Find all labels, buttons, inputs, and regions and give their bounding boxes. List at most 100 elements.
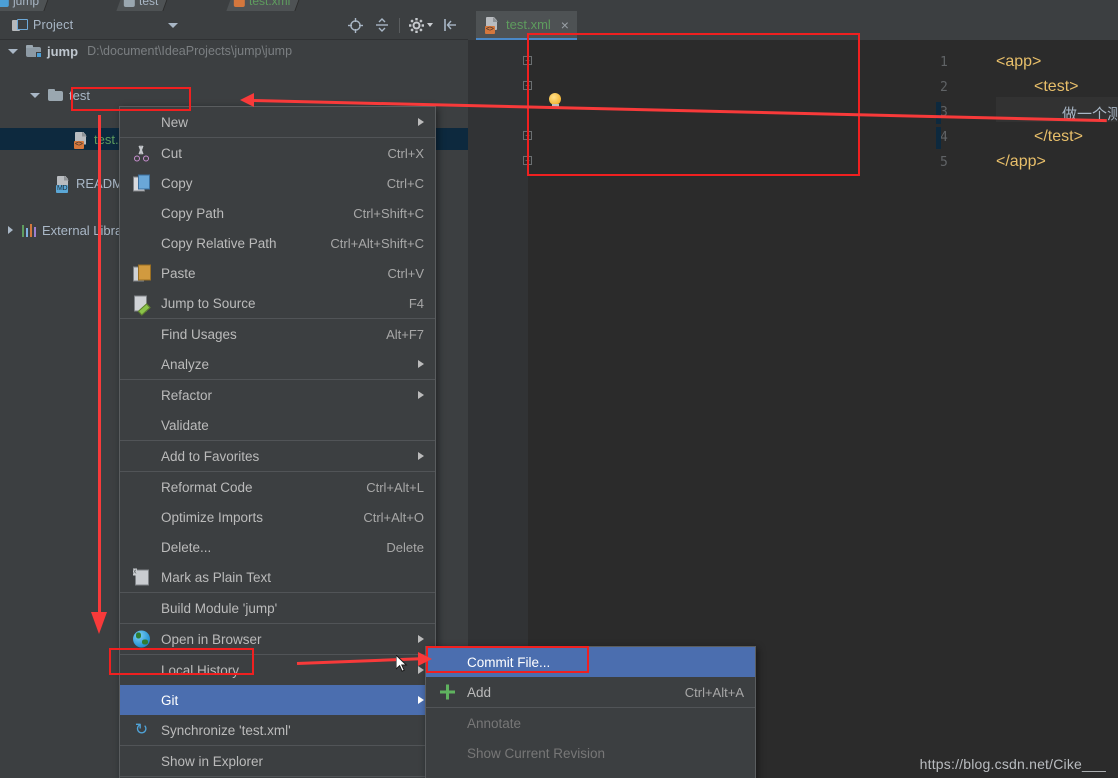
project-icon <box>12 18 28 32</box>
menu-item-label: Commit File... <box>467 654 551 670</box>
editor-tab-test-xml[interactable]: <> test.xml × <box>476 11 577 40</box>
menu-item-copy-path[interactable]: Copy Path Ctrl+Shift+C <box>120 198 435 228</box>
menu-item-jump-to-source[interactable]: Jump to Source F4 <box>120 288 435 318</box>
gear-icon[interactable] <box>407 15 433 35</box>
menu-item-show-current-revision: Show Current Revision <box>426 738 755 768</box>
chevron-down-icon[interactable] <box>30 92 40 98</box>
menu-item-label: Cut <box>161 145 183 161</box>
chevron-right-icon <box>418 666 424 674</box>
menu-item-label: New <box>161 114 189 130</box>
menu-item-shortcut: Delete <box>386 539 424 555</box>
menu-item-commit-file[interactable]: Commit File... <box>426 647 755 677</box>
scissors-icon <box>133 145 150 162</box>
menu-item-copy[interactable]: Copy Ctrl+C <box>120 168 435 198</box>
menu-item-label: Delete... <box>161 539 212 555</box>
menu-item-show-in-explorer[interactable]: Show in Explorer <box>120 746 435 776</box>
menu-item-label: Validate <box>161 417 209 433</box>
menu-item-refactor[interactable]: Refactor <box>120 380 435 410</box>
line-number: 3 <box>940 105 948 120</box>
plain-text-icon: x <box>133 568 150 586</box>
menu-item-cut[interactable]: Cut Ctrl+X <box>120 138 435 168</box>
menu-item-git[interactable]: Git <box>120 685 435 715</box>
menu-item-label: Copy Relative Path <box>161 235 277 251</box>
breadcrumb-item-test[interactable]: test <box>116 0 171 11</box>
library-icon <box>22 223 36 237</box>
menu-item-shortcut: Alt+F7 <box>386 326 424 342</box>
menu-item-label: Build Module 'jump' <box>161 600 278 616</box>
compare-icon <box>439 775 456 778</box>
fold-marker[interactable]: − <box>523 156 532 165</box>
collapse-all-icon[interactable] <box>372 15 392 35</box>
menu-item-label: Paste <box>161 265 196 281</box>
chevron-right-icon[interactable] <box>8 226 13 234</box>
chevron-down-icon[interactable] <box>168 22 179 28</box>
tree-node-path: D:\document\IdeaProjects\jump\jump <box>87 44 293 58</box>
breadcrumb-label: test.xml <box>249 0 291 8</box>
menu-item-annotate: Annotate <box>426 708 755 738</box>
fold-marker[interactable]: − <box>523 81 532 90</box>
breadcrumb-item-test-xml[interactable]: test.xml <box>226 0 303 11</box>
breadcrumb-label: jump <box>12 0 40 8</box>
menu-item-add[interactable]: Add Ctrl+Alt+A <box>426 677 755 707</box>
chevron-right-icon <box>418 360 424 368</box>
menu-item-paste[interactable]: Paste Ctrl+V <box>120 258 435 288</box>
md-file-icon: MD <box>56 175 70 193</box>
menu-item-shortcut: Ctrl+Alt+A <box>684 684 744 700</box>
hide-panel-icon[interactable] <box>440 15 460 35</box>
fold-marker[interactable]: − <box>523 56 532 65</box>
menu-item-synchronize[interactable]: ↻ Synchronize 'test.xml' <box>120 715 435 745</box>
code-line-3: 做一个测试的好青年！！！！ <box>1062 106 1118 123</box>
menu-item-shortcut: Ctrl+Alt+O <box>363 509 424 525</box>
menu-item-analyze[interactable]: Analyze <box>120 349 435 379</box>
line-number: 1 <box>940 55 948 70</box>
menu-item-copy-relative-path[interactable]: Copy Relative Path Ctrl+Alt+Shift+C <box>120 228 435 258</box>
intention-bulb-icon[interactable] <box>547 93 563 109</box>
xml-file-icon: <> <box>485 17 499 34</box>
menu-item-new[interactable]: New <box>120 107 435 137</box>
menu-item-label: Git <box>161 692 179 708</box>
project-panel-title: Project <box>33 18 74 32</box>
chevron-right-icon <box>418 452 424 460</box>
menu-item-delete[interactable]: Delete... Delete <box>120 532 435 562</box>
line-number: 4 <box>940 130 948 145</box>
tree-node-jump[interactable]: jump D:\document\IdeaProjects\jump\jump <box>0 40 468 62</box>
editor-tab-label: test.xml <box>506 17 551 32</box>
menu-item-shortcut: Ctrl+C <box>386 175 424 191</box>
menu-item-local-history[interactable]: Local History <box>120 655 435 685</box>
copy-icon <box>133 174 150 192</box>
close-icon[interactable]: × <box>561 18 569 32</box>
git-submenu[interactable]: Commit File... Add Ctrl+Alt+A Annotate S… <box>425 646 756 778</box>
menu-item-add-to-favorites[interactable]: Add to Favorites <box>120 441 435 471</box>
menu-item-validate[interactable]: Validate <box>120 410 435 440</box>
breadcrumb-item-jump[interactable]: jump <box>0 0 52 11</box>
menu-item-label: Reformat Code <box>161 479 253 495</box>
menu-item-find-usages[interactable]: Find Usages Alt+F7 <box>120 319 435 349</box>
menu-item-open-in-browser[interactable]: Open in Browser <box>120 624 435 654</box>
menu-item-shortcut: Ctrl+Alt+L <box>366 479 424 495</box>
fold-marker[interactable]: − <box>523 131 532 140</box>
menu-item-label: Find Usages <box>161 326 237 342</box>
menu-item-reformat-code[interactable]: Reformat Code Ctrl+Alt+L <box>120 472 435 502</box>
code-line-5: </app> <box>996 153 1046 170</box>
globe-icon <box>133 630 150 648</box>
menu-item-build-module[interactable]: Build Module 'jump' <box>120 593 435 623</box>
context-menu[interactable]: New Cut Ctrl+X Copy Ctrl+C Copy Path Ctr… <box>119 106 436 778</box>
code-line-1: <app> <box>996 53 1042 70</box>
editor-tab-strip: <> test.xml × <box>468 11 1118 40</box>
menu-item-shortcut: Ctrl+Alt+Shift+C <box>330 235 424 251</box>
menu-item-mark-as-plain-text[interactable]: x Mark as Plain Text <box>120 562 435 592</box>
menu-item-shortcut: Ctrl+V <box>387 265 424 281</box>
sync-icon: ↻ <box>134 721 149 739</box>
locate-icon[interactable] <box>345 15 365 35</box>
menu-item-label: Show in Explorer <box>161 753 264 769</box>
chevron-down-icon <box>426 23 433 27</box>
tree-node-label: test <box>69 87 90 103</box>
chevron-down-icon[interactable] <box>8 48 18 54</box>
tree-node-test[interactable]: test <box>0 84 468 106</box>
menu-item-label: Open in Browser <box>161 631 262 647</box>
menu-item-label: Add to Favorites <box>161 448 260 464</box>
menu-item-shortcut: Ctrl+X <box>387 145 424 161</box>
module-folder-icon <box>26 45 42 58</box>
menu-item-optimize-imports[interactable]: Optimize Imports Ctrl+Alt+O <box>120 502 435 532</box>
menu-item-label: Optimize Imports <box>161 509 264 525</box>
